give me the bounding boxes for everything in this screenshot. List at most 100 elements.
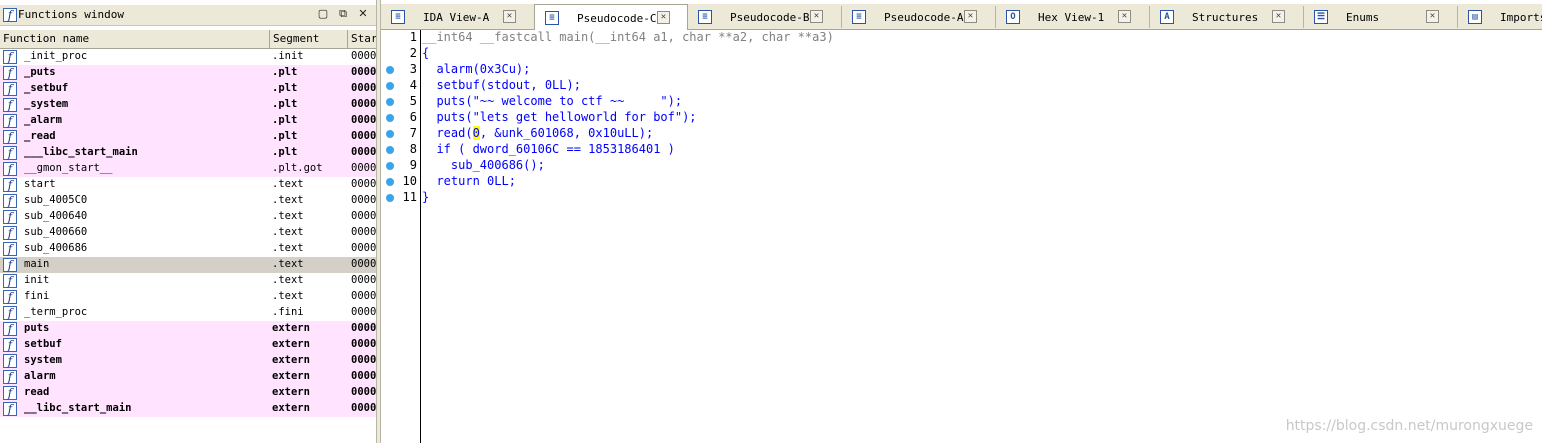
code-line[interactable]: 3 alarm(0x3Cu); — [381, 62, 1542, 78]
breakpoint-dot-icon[interactable] — [386, 178, 394, 186]
function-row[interactable]: f start .text 0000 — [0, 177, 376, 193]
function-name: fini — [24, 290, 50, 302]
tab-close-icon[interactable]: ✕ — [503, 10, 516, 23]
tab-pseudocode-c[interactable]: ≡ Pseudocode-C ✕ — [534, 4, 688, 30]
function-start: 0000 — [351, 274, 376, 286]
functions-window-titlebar[interactable]: f Functions window ▢ ⧉ ✕ — [0, 5, 376, 26]
function-segment: .fini — [272, 306, 304, 318]
pseudocode-view[interactable]: 1 __int64 __fastcall main(__int64 a1, cha… — [381, 30, 1542, 443]
function-row[interactable]: f _read .plt 0000 — [0, 129, 376, 145]
function-name: _alarm — [24, 114, 62, 126]
column-start[interactable]: Start — [348, 30, 376, 48]
code-line[interactable]: 10 return 0LL; — [381, 174, 1542, 190]
tab-imports[interactable]: ▤ Imports — [1458, 6, 1542, 28]
function-icon: f — [3, 130, 17, 144]
function-icon: f — [3, 146, 17, 160]
tab-close-icon[interactable]: ✕ — [810, 10, 823, 23]
function-segment: extern — [272, 338, 310, 350]
column-segment[interactable]: Segment — [270, 30, 348, 48]
function-row[interactable]: f _setbuf .plt 0000 — [0, 81, 376, 97]
line-number: 3 — [409, 62, 417, 76]
function-segment: .init — [272, 50, 304, 62]
function-name: read — [24, 386, 50, 398]
breakpoint-dot-icon[interactable] — [386, 82, 394, 90]
functions-window-title: Functions window — [18, 8, 124, 21]
structures-icon: A — [1160, 10, 1174, 24]
watermark: https://blog.csdn.net/murongxuege — [1285, 418, 1533, 434]
function-row[interactable]: f sub_400660 .text 0000 — [0, 225, 376, 241]
tab-close-icon[interactable]: ✕ — [1272, 10, 1285, 23]
function-row[interactable]: f _alarm .plt 0000 — [0, 113, 376, 129]
line-number: 11 — [402, 190, 417, 204]
tab-close-icon[interactable]: ✕ — [964, 10, 977, 23]
function-row[interactable]: f system extern 0000 — [0, 353, 376, 369]
function-row[interactable]: f sub_400686 .text 0000 — [0, 241, 376, 257]
function-row[interactable]: f init .text 0000 — [0, 273, 376, 289]
function-start: 0000 — [351, 402, 376, 414]
function-row[interactable]: f main .text 0000 — [0, 257, 376, 273]
function-segment: .plt — [272, 146, 298, 158]
function-start: 0000 — [351, 98, 376, 110]
breakpoint-dot-icon[interactable] — [386, 114, 394, 122]
function-row[interactable]: f puts extern 0000 — [0, 321, 376, 337]
function-icon: f — [3, 66, 17, 80]
function-segment: extern — [272, 386, 310, 398]
breakpoint-dot-icon[interactable] — [386, 162, 394, 170]
tab-close-icon[interactable]: ✕ — [657, 11, 670, 24]
function-name: system — [24, 354, 62, 366]
tab-hex-view-1[interactable]: O Hex View-1 ✕ — [996, 6, 1150, 28]
function-row[interactable]: f fini .text 0000 — [0, 289, 376, 305]
imports-icon: ▤ — [1468, 10, 1482, 24]
breakpoint-dot-icon[interactable] — [386, 130, 394, 138]
function-row[interactable]: f setbuf extern 0000 — [0, 337, 376, 353]
breakpoint-dot-icon[interactable] — [386, 146, 394, 154]
code-line[interactable]: 6 puts("lets get helloworld for bof"); — [381, 110, 1542, 126]
function-row[interactable]: f _init_proc .init 0000 — [0, 49, 376, 65]
column-function-name[interactable]: Function name — [0, 30, 270, 48]
function-icon: f — [3, 322, 17, 336]
function-row[interactable]: f __gmon_start__ .plt.got 0000 — [0, 161, 376, 177]
function-row[interactable]: f read extern 0000 — [0, 385, 376, 401]
function-segment: .text — [272, 242, 304, 254]
code-line[interactable]: 2{ — [381, 46, 1542, 62]
function-row[interactable]: f ___libc_start_main .plt 0000 — [0, 145, 376, 161]
tab-ida-view-a[interactable]: ≡ IDA View-A ✕ — [381, 6, 535, 28]
function-row[interactable]: f _puts .plt 0000 — [0, 65, 376, 81]
code-line[interactable]: 4 setbuf(stdout, 0LL); — [381, 78, 1542, 94]
tab-close-icon[interactable]: ✕ — [1118, 10, 1131, 23]
tab-pseudocode-a[interactable]: ≡ Pseudocode-A ✕ — [842, 6, 996, 28]
code-line[interactable]: 1 __int64 __fastcall main(__int64 a1, cha… — [381, 30, 1542, 46]
breakpoint-dot-icon[interactable] — [386, 98, 394, 106]
code-line[interactable]: 8 if ( dword_60106C == 1853186401 ) — [381, 142, 1542, 158]
tab-pseudocode-b[interactable]: ≡ Pseudocode-B ✕ — [688, 6, 842, 28]
float-icon[interactable]: ⧉ — [336, 7, 350, 21]
tab-label: IDA View-A — [423, 11, 490, 24]
function-row[interactable]: f sub_4005C0 .text 0000 — [0, 193, 376, 209]
breakpoint-dot-icon[interactable] — [386, 194, 394, 202]
function-segment: .text — [272, 194, 304, 206]
function-start: 0000 — [351, 386, 376, 398]
hex-view-icon: O — [1006, 10, 1020, 24]
restore-icon[interactable]: ▢ — [316, 7, 330, 21]
function-row[interactable]: f _system .plt 0000 — [0, 97, 376, 113]
breakpoint-dot-icon[interactable] — [386, 66, 394, 74]
function-segment: .plt.got — [272, 162, 323, 174]
function-row[interactable]: f _term_proc .fini 0000 — [0, 305, 376, 321]
function-row[interactable]: f sub_400640 .text 0000 — [0, 209, 376, 225]
tab-enums[interactable]: ☰ Enums ✕ — [1304, 6, 1458, 28]
function-row[interactable]: f __libc_start_main extern 0000 — [0, 401, 376, 417]
tab-close-icon[interactable]: ✕ — [1426, 10, 1439, 23]
code-text: puts("~~ welcome to ctf ~~ "); — [422, 94, 683, 108]
function-name: __libc_start_main — [24, 402, 132, 414]
code-line[interactable]: 11} — [381, 190, 1542, 206]
code-line[interactable]: 7 read(0, &unk_601068, 0x10uLL); — [381, 126, 1542, 142]
function-row[interactable]: f alarm extern 0000 — [0, 369, 376, 385]
tab-structures[interactable]: A Structures ✕ — [1150, 6, 1304, 28]
code-line[interactable]: 5 puts("~~ welcome to ctf ~~ "); — [381, 94, 1542, 110]
code-line[interactable]: 9 sub_400686(); — [381, 158, 1542, 174]
line-number: 2 — [409, 46, 417, 60]
close-icon[interactable]: ✕ — [356, 7, 370, 21]
code-text: } — [422, 190, 430, 204]
function-segment: extern — [272, 402, 310, 414]
function-segment: .text — [272, 210, 304, 222]
